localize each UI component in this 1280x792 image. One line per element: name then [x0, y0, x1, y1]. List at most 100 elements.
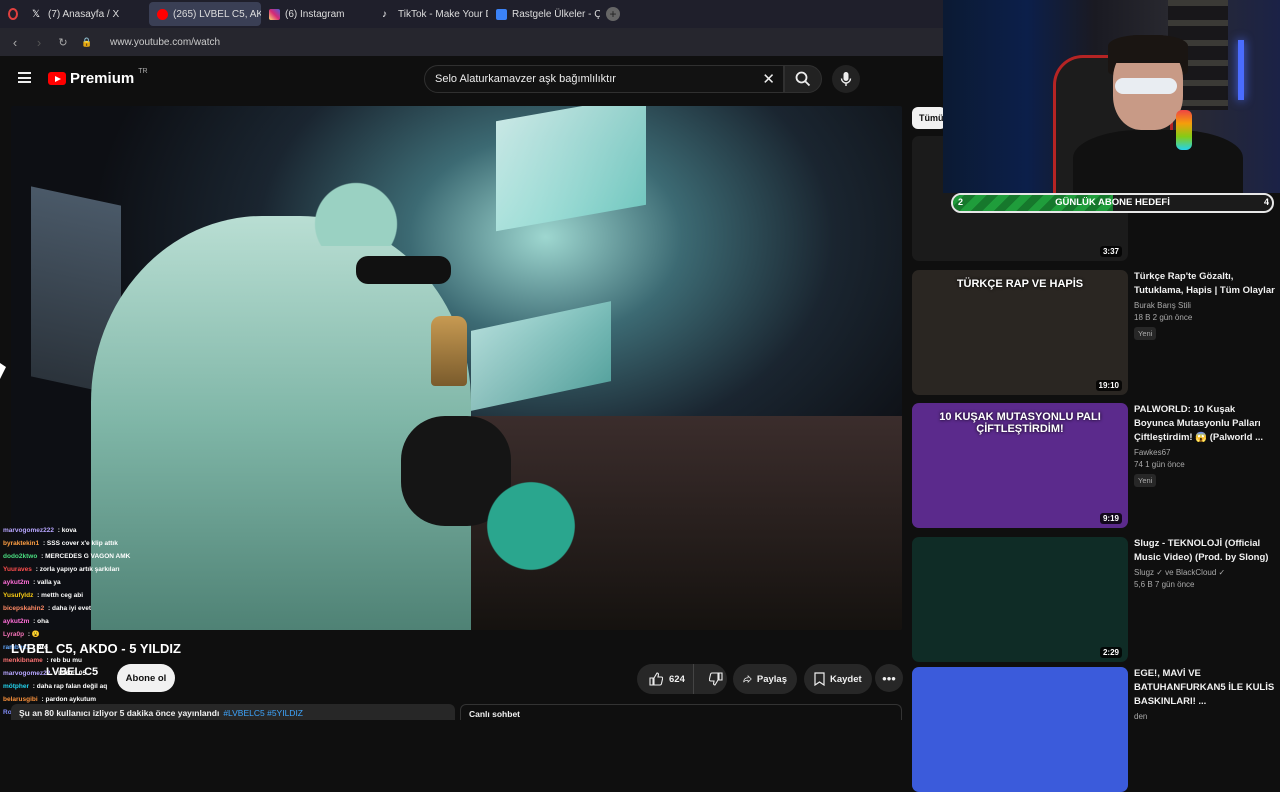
menu-icon[interactable] — [18, 72, 31, 83]
voice-search-button[interactable] — [832, 65, 860, 93]
back-icon[interactable]: ‹ — [8, 35, 22, 50]
chat-username: belarusgibi — [3, 696, 38, 703]
video-duration: 3:37 — [1099, 246, 1122, 257]
microphone-icon — [840, 72, 852, 86]
forward-icon[interactable]: › — [32, 35, 46, 50]
video-thumbnail[interactable]: TÜRKÇE RAP VE HAPİS 19:10 — [912, 270, 1128, 395]
chat-text: kova — [61, 527, 77, 534]
wheel-icon — [496, 8, 507, 20]
search-button[interactable] — [784, 65, 822, 93]
white-sunglasses — [1115, 78, 1177, 94]
chat-text: reb bu mu — [50, 657, 82, 664]
streamer-body — [1073, 130, 1243, 193]
lock-icon[interactable]: 🔒 — [80, 37, 94, 48]
chat-username: bicepskahin2 — [3, 605, 45, 612]
url-text[interactable]: www.youtube.com/watch — [110, 37, 220, 48]
streamer-hair-top — [1108, 35, 1188, 63]
tab-instagram[interactable]: (6) Instagram — [261, 2, 374, 26]
youtube-premium-logo[interactable]: Premium TR — [48, 68, 148, 87]
video-title[interactable]: Türkçe Rap'te Gözaltı, Tutuklama, Hapis … — [1134, 270, 1276, 298]
tab-twitter[interactable]: 𝕏 (7) Anasayfa / X — [24, 2, 149, 26]
torch — [431, 316, 467, 386]
filter-chip-all[interactable]: Tümü — [912, 107, 946, 129]
chat-text: valla ya — [37, 579, 61, 586]
more-horizontal-icon: ••• — [882, 670, 896, 686]
youtube-play-icon — [48, 72, 66, 85]
description-box[interactable]: Şu an 80 kullanıcı izliyor 5 dakika önce… — [11, 704, 455, 720]
chat-message: bicepskahin2 : daha iyi evet — [3, 605, 91, 612]
billboard-screen — [496, 106, 646, 232]
chat-username: mötpher — [3, 683, 29, 690]
sunglasses — [356, 256, 451, 284]
youtube-icon — [157, 8, 168, 20]
like-dislike-group: 624 — [637, 664, 727, 694]
chat-text: daha iyi evet — [51, 605, 91, 612]
channel-name: Burak Barış Stili — [1134, 301, 1191, 310]
chat-message: byraktekin1 : SSS cover x'e klip attık — [3, 540, 118, 547]
crown — [281, 136, 431, 246]
chat-message: aykut2m : oha — [3, 618, 49, 625]
chat-message: dodo2ktwo : MERCEDES G VAGON AMK — [3, 553, 131, 560]
billboard-screen-lower — [471, 301, 611, 411]
save-button[interactable]: Kaydet — [804, 664, 872, 694]
chat-username: menkibname — [3, 657, 43, 664]
chat-username: Yuuraves — [3, 566, 32, 573]
bookmark-icon — [814, 672, 825, 686]
like-button[interactable]: 624 — [637, 664, 694, 694]
clear-search-icon[interactable]: ✕ — [762, 70, 775, 88]
thumbs-down-icon — [708, 672, 723, 686]
chat-text: pardon aykutum — [45, 696, 97, 703]
new-badge: Yeni — [1134, 474, 1157, 487]
new-tab-button[interactable]: + — [606, 7, 620, 21]
chat-text: MERCEDES G VAGON AMK — [45, 553, 131, 560]
subscribe-button[interactable]: Abone ol — [117, 664, 175, 692]
tiktok-icon: ♪ — [382, 8, 387, 20]
tab-random-countries[interactable]: Rastgele Ülkeler - Çarkıfele — [488, 2, 600, 26]
tab-youtube[interactable]: (265) LVBEL C5, AKDO - 5 — [149, 2, 261, 26]
chat-text: SSS cover x'e klip attık — [46, 540, 118, 547]
channel-name[interactable]: LVBEL C5 — [46, 666, 98, 678]
streamer-webcam — [943, 0, 1280, 193]
video-thumbnail[interactable] — [912, 667, 1128, 792]
chat-text: daha rap falan değil aq — [36, 683, 108, 690]
video-meta: 5,6 B 7 gün önce — [1134, 580, 1195, 589]
video-info: PALWORLD: 10 Kuşak Boyunca Mutasyonlu Pa… — [1134, 403, 1276, 488]
reload-icon[interactable]: ↻ — [56, 36, 70, 49]
video-duration: 2:29 — [1099, 647, 1122, 658]
chat-username: dodo2ktwo — [3, 553, 38, 560]
share-icon — [743, 674, 752, 684]
video-thumbnail[interactable]: 10 KUŞAK MUTASYONLU PALI ÇİFTLEŞTİRDİM! 9… — [912, 403, 1128, 528]
hashtags[interactable]: #LVBELC5 #5YILDIZ — [223, 708, 303, 718]
chat-message: Lyra0p : 😮 — [3, 631, 40, 638]
video-title[interactable]: PALWORLD: 10 Kuşak Boyunca Mutasyonlu Pa… — [1134, 403, 1276, 445]
video-title[interactable]: EGE!, MAVİ VE BATUHANFURKAN5 İLE KULİS B… — [1134, 667, 1276, 709]
chat-username: byraktekin1 — [3, 540, 40, 547]
share-button[interactable]: Paylaş — [733, 664, 797, 694]
address-bar: ‹ › ↻ 🔒 www.youtube.com/watch — [0, 28, 943, 56]
live-chat-header[interactable]: Canlı sohbet — [460, 704, 902, 720]
thumbs-up-icon — [649, 672, 663, 686]
chat-message: marvogomez222 : kova — [3, 527, 77, 534]
channel-name: Slugz ✓ ve BlackCloud ✓ — [1134, 568, 1226, 577]
chat-username: marvogomez22 — [3, 670, 51, 677]
video-thumbnail[interactable]: 2:29 — [912, 537, 1128, 662]
opera-logo-icon[interactable] — [8, 8, 18, 20]
dislike-button[interactable] — [699, 664, 733, 694]
video-duration: 9:19 — [1099, 513, 1122, 524]
chat-message: aykut2m : valla ya — [3, 579, 61, 586]
chat-username: marvogomez222 — [3, 527, 54, 534]
youtube-header: Premium TR Selo Alaturkamavzer aşk bağım… — [0, 56, 943, 102]
tab-tiktok[interactable]: ♪TikTok - Make Your Day — [374, 2, 488, 26]
search-input[interactable]: Selo Alaturkamavzer aşk bağımlılıktır ✕ — [424, 65, 784, 93]
instagram-icon — [269, 8, 280, 20]
video-info: EGE!, MAVİ VE BATUHANFURKAN5 İLE KULİS B… — [1134, 667, 1276, 721]
channel-name: Fawkes67 — [1134, 448, 1171, 457]
video-info: Slugz - TEKNOLOJİ (Official Music Video)… — [1134, 537, 1276, 589]
subscriber-goal-bar: 2 GÜNLÜK ABONE HEDEFİ 4 — [951, 193, 1274, 213]
video-title[interactable]: Slugz - TEKNOLOJİ (Official Music Video)… — [1134, 537, 1276, 565]
chat-username: Lyra0p — [3, 631, 25, 638]
thumbnail-caption: TÜRKÇE RAP VE HAPİS — [956, 278, 1084, 290]
more-actions-button[interactable]: ••• — [875, 664, 903, 692]
chat-username: aykut2m — [3, 579, 30, 586]
chat-text: zorla yapıyo artık şarkıları — [39, 566, 120, 573]
